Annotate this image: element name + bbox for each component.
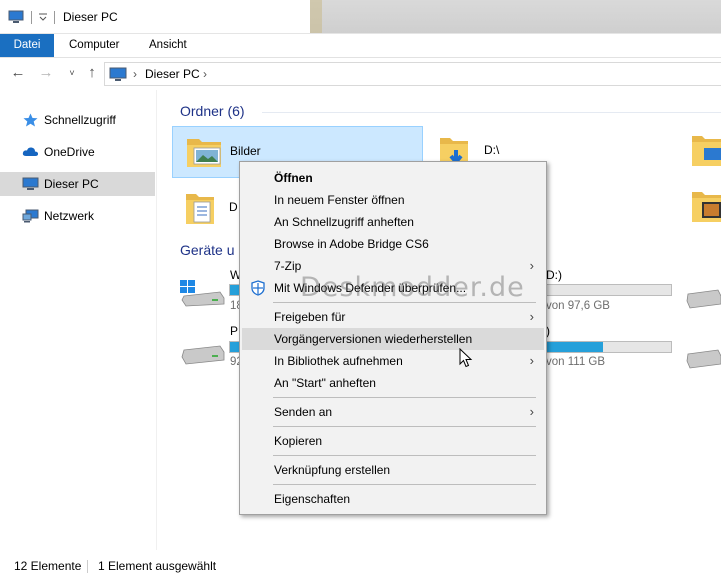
computer-icon — [8, 10, 24, 23]
group-divider — [262, 112, 721, 113]
title-separator — [31, 11, 32, 24]
submenu-chevron-icon: › — [529, 258, 534, 273]
submenu-chevron-icon: › — [529, 309, 534, 324]
menu-item-label: Kopieren — [274, 434, 323, 448]
windows-drive-icon — [180, 280, 225, 307]
sidebar-item-label: Schnellzugriff — [44, 113, 116, 127]
computer-icon — [22, 177, 39, 190]
drive-icon[interactable] — [686, 286, 721, 310]
back-arrow-icon[interactable]: ← — [10, 65, 26, 81]
menu-item-adobe-bridge[interactable]: Browse in Adobe Bridge CS6 — [242, 233, 544, 255]
folders-group-header[interactable]: Ordner (6) — [180, 103, 245, 119]
menu-item-label: Freigeben für — [274, 310, 346, 324]
mouse-pointer-icon — [459, 348, 473, 368]
documents-folder-icon — [186, 194, 214, 224]
menu-item-label: 7-Zip — [274, 259, 302, 273]
cloud-icon — [22, 147, 39, 156]
breadcrumb-chevron-icon[interactable]: › — [133, 65, 137, 83]
forward-arrow-icon[interactable]: → — [38, 65, 54, 81]
up-arrow-icon[interactable]: ↑ — [84, 65, 100, 81]
star-icon — [23, 113, 38, 127]
ribbon-tabs: Datei Computer Ansicht — [0, 34, 721, 58]
drive-free-space: von 97,6 GB — [546, 300, 610, 312]
status-separator — [87, 560, 88, 573]
menu-item-label: An Schnellzugriff anheften — [274, 215, 414, 229]
menu-item-properties[interactable]: Eigenschaften — [242, 488, 544, 510]
menu-item-copy[interactable]: Kopieren — [242, 430, 544, 452]
sidebar-item-this-pc[interactable]: Dieser PC — [0, 172, 155, 196]
drive-usage-bar — [546, 341, 672, 353]
sidebar-item-onedrive[interactable]: OneDrive — [0, 140, 155, 164]
drive-usage-fill — [547, 342, 603, 352]
tab-file[interactable]: Datei — [0, 34, 54, 57]
menu-item-pin-to-start[interactable]: An "Start" anheften — [242, 372, 544, 394]
menu-item-label: Eigenschaften — [274, 492, 351, 506]
selection-count: 1 Element ausgewählt — [98, 559, 217, 573]
computer-icon — [109, 67, 127, 81]
pictures-folder-icon — [187, 139, 221, 167]
background-window-strip — [310, 0, 721, 33]
drive-usage-bar — [546, 284, 672, 296]
window-title: Dieser PC — [63, 10, 118, 24]
breadcrumb-item[interactable]: Dieser PC — [145, 67, 200, 81]
watermark: Deskmodder.de — [300, 272, 525, 303]
title-separator — [54, 11, 55, 24]
menu-item-label: In neuem Fenster öffnen — [274, 193, 405, 207]
menu-separator — [273, 455, 536, 456]
menu-separator — [273, 426, 536, 427]
folder-label: D:\ — [484, 143, 500, 157]
menu-item-label: Verknüpfung erstellen — [274, 463, 391, 477]
menu-item-label: An "Start" anheften — [274, 376, 376, 390]
address-bar[interactable]: › Dieser PC › — [104, 62, 721, 86]
menu-item-label: In Bibliothek aufnehmen — [274, 354, 403, 368]
drive-icon — [181, 345, 225, 365]
drive-name: P — [230, 324, 239, 338]
title-bar: Dieser PC — [0, 0, 721, 34]
menu-item-include-in-library[interactable]: In Bibliothek aufnehmen › — [242, 350, 544, 372]
folder-label: D — [229, 200, 238, 214]
desktop-folder-icon[interactable] — [690, 130, 721, 170]
status-bar: 12 Elemente 1 Element ausgewählt — [0, 553, 721, 579]
folder-tile-documents[interactable]: D — [172, 182, 242, 234]
breadcrumb-chevron-icon[interactable]: › — [203, 65, 207, 83]
sidebar-item-label: Dieser PC — [44, 177, 99, 191]
menu-item-label: Vorgängerversionen wiederherstellen — [274, 332, 473, 346]
menu-item-share-with[interactable]: Freigeben für › — [242, 306, 544, 328]
menu-item-label: Senden an — [274, 405, 333, 419]
folder-label: Bilder — [230, 144, 261, 158]
menu-item-open-new-window[interactable]: In neuem Fenster öffnen — [242, 189, 544, 211]
quick-access-dropdown-icon[interactable] — [38, 12, 48, 22]
item-count: 12 Elemente — [14, 559, 82, 573]
menu-item-create-shortcut[interactable]: Verknüpfung erstellen — [242, 459, 544, 481]
sidebar-item-label: OneDrive — [44, 145, 95, 159]
navigation-pane: Schnellzugriff OneDrive Dieser PC Netzwe… — [0, 90, 157, 550]
menu-item-send-to[interactable]: Senden an › — [242, 401, 544, 423]
menu-item-label: Browse in Adobe Bridge CS6 — [274, 237, 429, 251]
context-menu: Öffnen In neuem Fenster öffnen An Schnel… — [239, 161, 547, 515]
drive-letter: D:) — [546, 268, 562, 282]
tab-computer[interactable]: Computer — [57, 34, 132, 57]
navigation-bar: ← → ˅ ↑ › Dieser PC › — [0, 58, 721, 90]
sidebar-item-network[interactable]: Netzwerk — [0, 204, 155, 228]
drive-icon[interactable] — [686, 346, 721, 370]
menu-item-pin-quick-access[interactable]: An Schnellzugriff anheften — [242, 211, 544, 233]
sidebar-item-label: Netzwerk — [44, 209, 95, 223]
menu-item-open[interactable]: Öffnen — [242, 167, 544, 189]
defender-icon — [251, 280, 265, 296]
videos-folder-icon[interactable] — [690, 186, 721, 226]
menu-separator — [273, 397, 536, 398]
submenu-chevron-icon: › — [529, 353, 534, 368]
submenu-chevron-icon: › — [529, 404, 534, 419]
menu-item-label: Öffnen — [274, 171, 313, 185]
menu-separator — [273, 484, 536, 485]
tab-view[interactable]: Ansicht — [137, 34, 199, 57]
devices-group-header[interactable]: Geräte u — [180, 242, 234, 258]
menu-item-restore-previous-versions[interactable]: Vorgängerversionen wiederherstellen — [242, 328, 544, 350]
recent-locations-chevron-icon[interactable]: ˅ — [64, 65, 80, 81]
network-icon — [22, 209, 39, 223]
sidebar-item-quick-access[interactable]: Schnellzugriff — [0, 108, 155, 132]
drive-free-space: von 111 GB — [546, 356, 606, 368]
